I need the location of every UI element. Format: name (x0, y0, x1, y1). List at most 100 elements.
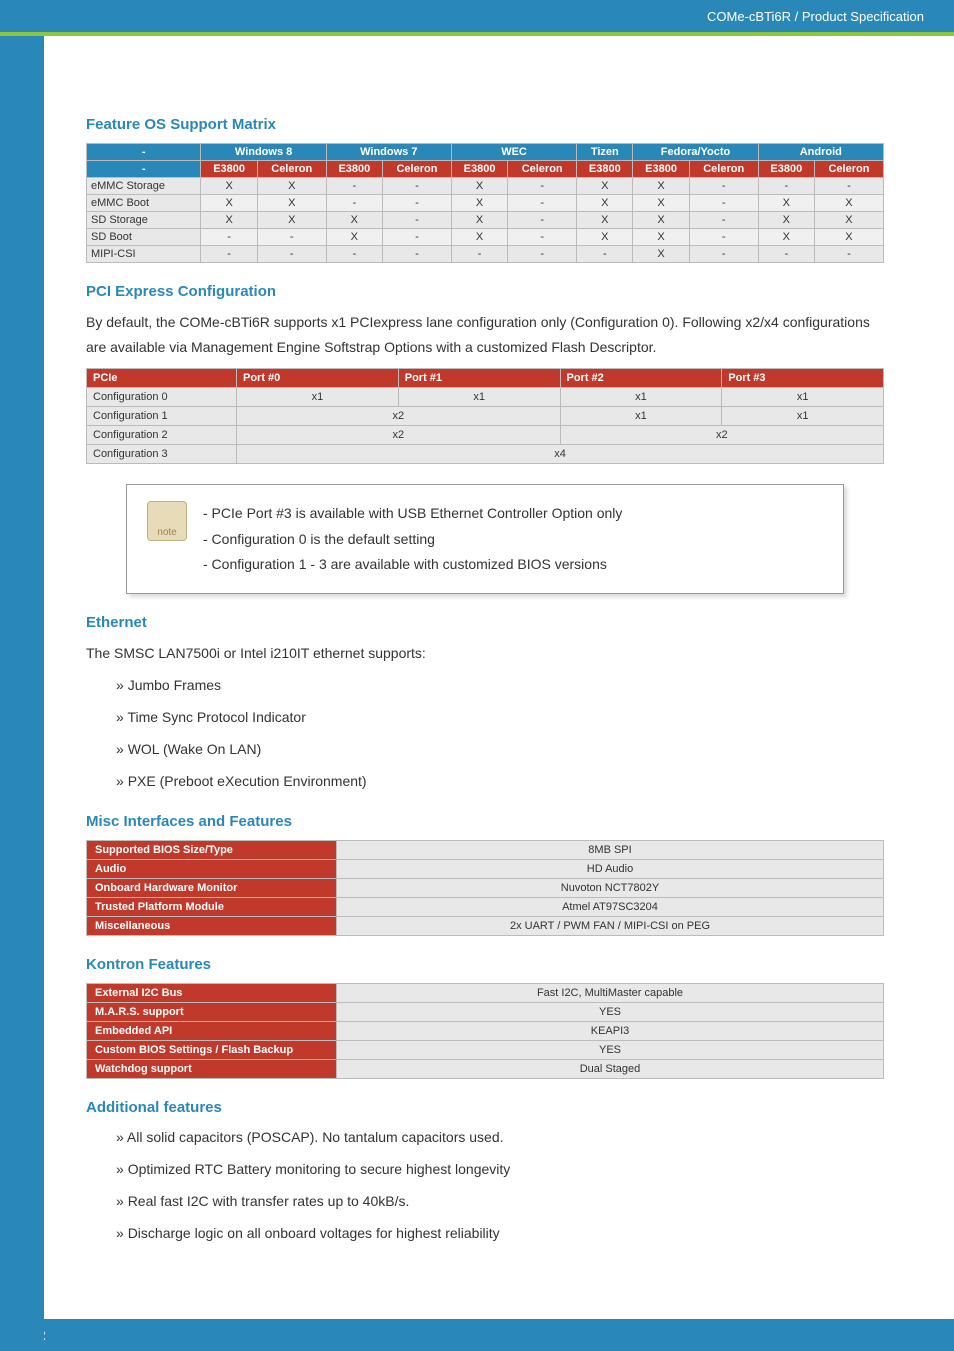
list-item: Real fast I2C with transfer rates up to … (116, 1190, 884, 1214)
page-footer: 12 (0, 1319, 954, 1351)
row-key: Trusted Platform Module (87, 898, 337, 917)
section-title-kontron: Kontron Features (86, 956, 884, 973)
row-value: 2x UART / PWM FAN / MIPI-CSI on PEG (337, 917, 884, 936)
cell: X (451, 229, 507, 246)
cell: - (577, 246, 633, 263)
table-row: eMMC StorageXX--X-XX--- (87, 178, 884, 195)
cell: X (814, 195, 883, 212)
cell: x1 (398, 388, 560, 407)
cell: X (577, 229, 633, 246)
section-title-pci: PCI Express Configuration (86, 283, 884, 300)
row-label: Configuration 3 (87, 445, 237, 464)
table-row: MIPI-CSI-------X--- (87, 246, 884, 263)
table-row: Custom BIOS Settings / Flash BackupYES (87, 1041, 884, 1060)
note-box: note - PCIe Port #3 is available with US… (126, 484, 844, 594)
cell: - (201, 229, 257, 246)
cell: - (383, 178, 452, 195)
row-label: MIPI-CSI (87, 246, 201, 263)
cell: X (758, 195, 814, 212)
cell: - (758, 178, 814, 195)
os-group-row: - Windows 8 Windows 7 WEC Tizen Fedora/Y… (87, 144, 884, 161)
cell: x2 (560, 426, 884, 445)
cell: - (689, 212, 758, 229)
cell: X (326, 212, 382, 229)
cell: X (758, 229, 814, 246)
row-value: 8MB SPI (337, 841, 884, 860)
cell: x2 (237, 407, 561, 426)
section-title-ethernet: Ethernet (86, 614, 884, 631)
cell: - (508, 229, 577, 246)
cell: X (577, 195, 633, 212)
cell: - (508, 178, 577, 195)
row-label: Configuration 2 (87, 426, 237, 445)
cell: - (201, 246, 257, 263)
cell: x1 (722, 388, 884, 407)
cell: X (451, 212, 507, 229)
cell: - (758, 246, 814, 263)
cell: X (201, 178, 257, 195)
list-item: PXE (Preboot eXecution Environment) (116, 770, 884, 794)
row-value: HD Audio (337, 860, 884, 879)
table-row: Trusted Platform ModuleAtmel AT97SC3204 (87, 898, 884, 917)
note-line: - Configuration 1 - 3 are available with… (203, 552, 622, 577)
cell: - (508, 195, 577, 212)
table-row: SD Boot--X-X-XX-XX (87, 229, 884, 246)
table-row: eMMC BootXX--X-XX-XX (87, 195, 884, 212)
cell: - (326, 246, 382, 263)
note-line: - PCIe Port #3 is available with USB Eth… (203, 501, 622, 526)
cell: x4 (237, 445, 884, 464)
pcie-table: PCIe Port #0 Port #1 Port #2 Port #3 Con… (86, 368, 884, 464)
cell: X (257, 195, 326, 212)
table-row: Miscellaneous2x UART / PWM FAN / MIPI-CS… (87, 917, 884, 936)
cell: X (633, 212, 689, 229)
cell: X (201, 212, 257, 229)
cell: - (257, 229, 326, 246)
os-subheader-row: - E3800 Celeron E3800 Celeron E3800 Cele… (87, 161, 884, 178)
row-label: Configuration 0 (87, 388, 237, 407)
cell: - (383, 246, 452, 263)
cell: x1 (722, 407, 884, 426)
cell: X (633, 246, 689, 263)
cell: X (201, 195, 257, 212)
kontron-table: External I2C BusFast I2C, MultiMaster ca… (86, 983, 884, 1079)
row-value: YES (337, 1041, 884, 1060)
list-item: Discharge logic on all onboard voltages … (116, 1222, 884, 1246)
cell: - (326, 178, 382, 195)
ethernet-list: Jumbo FramesTime Sync Protocol Indicator… (86, 674, 884, 793)
row-key: Watchdog support (87, 1060, 337, 1079)
list-item: Optimized RTC Battery monitoring to secu… (116, 1158, 884, 1182)
cell: X (451, 195, 507, 212)
additional-list: All solid capacitors (POSCAP). No tantal… (86, 1126, 884, 1245)
cell: - (689, 195, 758, 212)
row-label: eMMC Boot (87, 195, 201, 212)
cell: - (383, 195, 452, 212)
row-key: Audio (87, 860, 337, 879)
table-row: External I2C BusFast I2C, MultiMaster ca… (87, 984, 884, 1003)
cell: - (814, 246, 883, 263)
cell: X (633, 229, 689, 246)
cell: X (326, 229, 382, 246)
cell: X (257, 178, 326, 195)
cell: - (451, 246, 507, 263)
row-label: eMMC Storage (87, 178, 201, 195)
left-sidebar (0, 36, 44, 1351)
misc-table: Supported BIOS Size/Type8MB SPIAudioHD A… (86, 840, 884, 936)
row-key: Miscellaneous (87, 917, 337, 936)
cell: X (577, 178, 633, 195)
cell: X (758, 212, 814, 229)
row-key: Onboard Hardware Monitor (87, 879, 337, 898)
row-value: Nuvoton NCT7802Y (337, 879, 884, 898)
table-row: Configuration 1x2x1x1 (87, 407, 884, 426)
table-row: Supported BIOS Size/Type8MB SPI (87, 841, 884, 860)
cell: X (814, 212, 883, 229)
cell: X (814, 229, 883, 246)
page-header: COMe-cBTi6R / Product Specification (0, 0, 954, 36)
cell: - (383, 229, 452, 246)
cell: - (508, 246, 577, 263)
table-row: Onboard Hardware MonitorNuvoton NCT7802Y (87, 879, 884, 898)
section-title-misc: Misc Interfaces and Features (86, 813, 884, 830)
cell: - (689, 229, 758, 246)
table-row: SD StorageXXX-X-XX-XX (87, 212, 884, 229)
row-label: Configuration 1 (87, 407, 237, 426)
section-title-os-matrix: Feature OS Support Matrix (86, 116, 884, 133)
